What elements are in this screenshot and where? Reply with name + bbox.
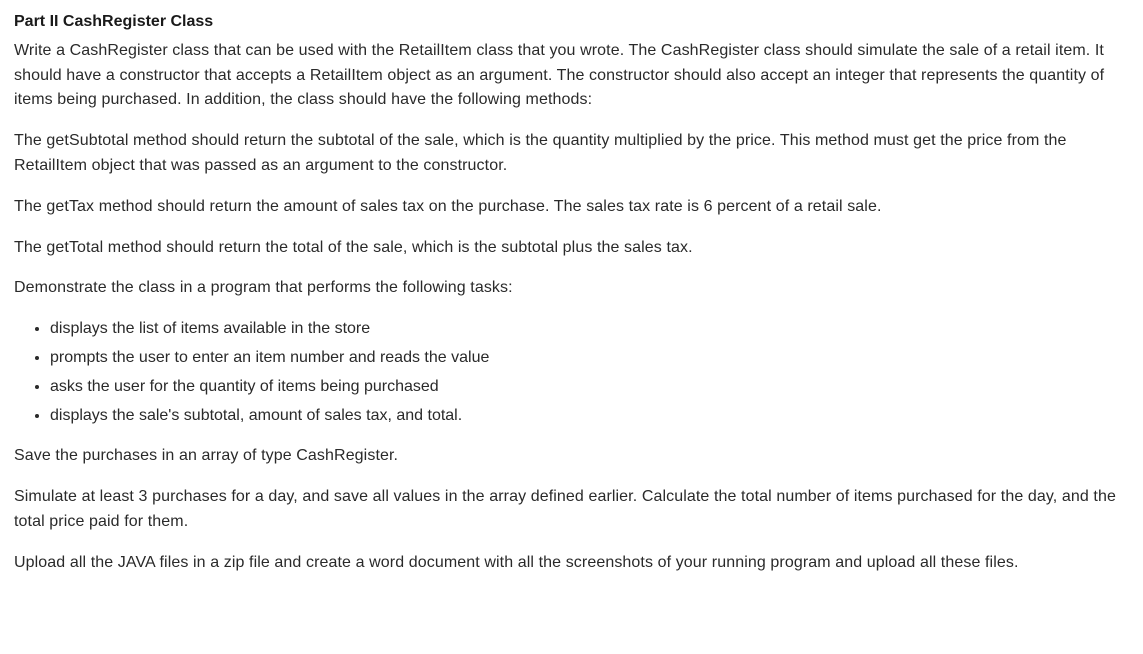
task-list: displays the list of items available in … [14, 317, 1129, 428]
paragraph-getsubtotal: The getSubtotal method should return the… [14, 129, 1129, 179]
paragraph-intro: Write a CashRegister class that can be u… [14, 39, 1129, 113]
paragraph-gettax: The getTax method should return the amou… [14, 195, 1129, 220]
list-item: displays the list of items available in … [50, 317, 1129, 342]
section-heading: Part II CashRegister Class [14, 10, 1129, 35]
paragraph-simulate: Simulate at least 3 purchases for a day,… [14, 485, 1129, 535]
list-item: displays the sale's subtotal, amount of … [50, 404, 1129, 429]
paragraph-upload: Upload all the JAVA files in a zip file … [14, 551, 1129, 576]
paragraph-save-array: Save the purchases in an array of type C… [14, 444, 1129, 469]
paragraph-gettotal: The getTotal method should return the to… [14, 236, 1129, 261]
list-item: prompts the user to enter an item number… [50, 346, 1129, 371]
paragraph-demo-intro: Demonstrate the class in a program that … [14, 276, 1129, 301]
list-item: asks the user for the quantity of items … [50, 375, 1129, 400]
